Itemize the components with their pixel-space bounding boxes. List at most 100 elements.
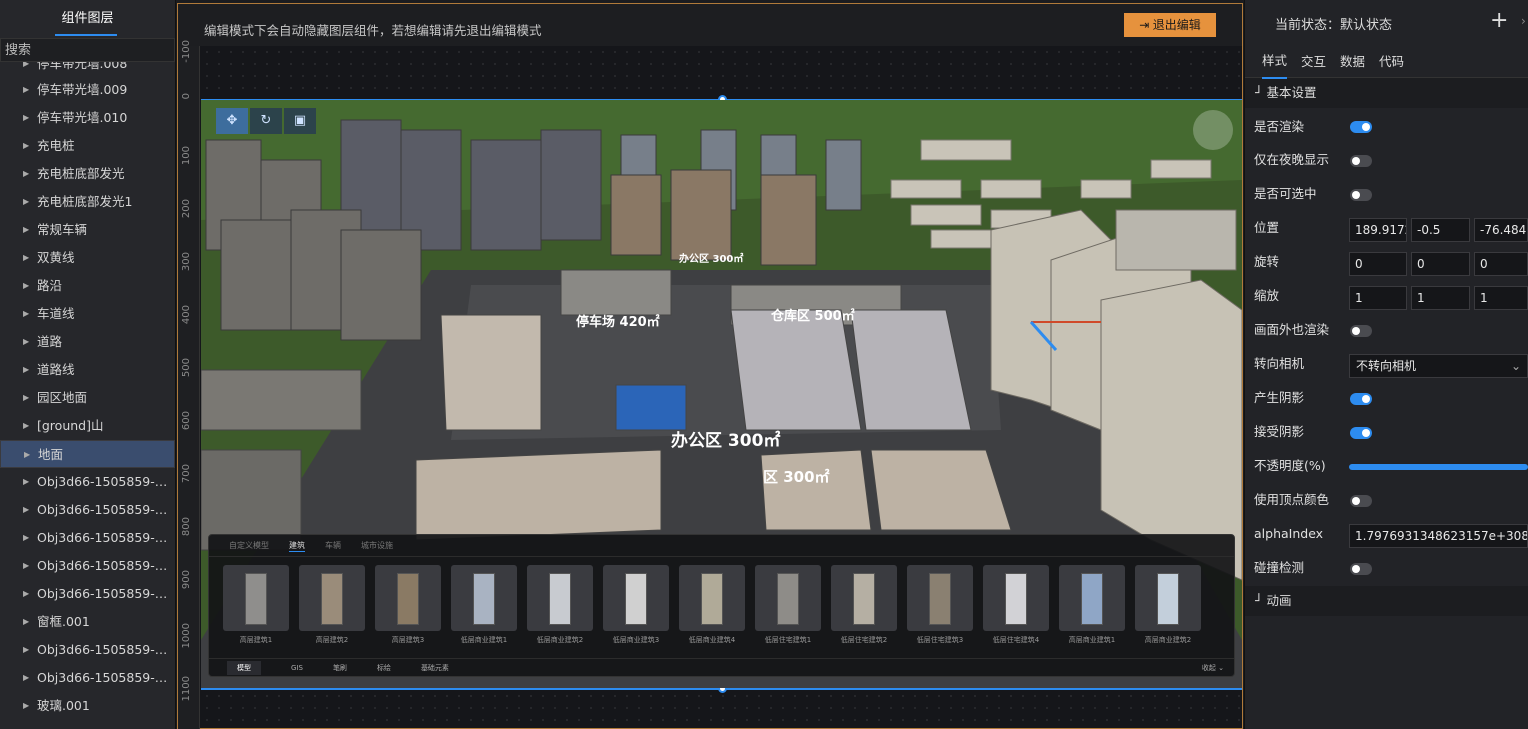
library-tab[interactable]: 自定义模型 — [229, 540, 269, 551]
layer-item[interactable]: ▶ 充电桩 — [0, 132, 175, 160]
caret-right-icon[interactable]: ▶ — [24, 441, 30, 467]
layer-item[interactable]: ▶ [ground]山 — [0, 412, 175, 440]
layer-item[interactable]: ▶ Obj3d66-1505859-345... — [0, 580, 175, 608]
vertex-color-toggle[interactable] — [1350, 495, 1372, 507]
layer-item[interactable]: ▶ 窗框.001 — [0, 608, 175, 636]
caret-right-icon[interactable]: ▶ — [23, 692, 29, 720]
search-input[interactable]: 搜索 — [0, 38, 175, 62]
library-item[interactable]: 低层住宅建筑4 — [983, 565, 1049, 645]
property-tab[interactable]: 样式 — [1262, 42, 1288, 79]
caret-right-icon[interactable]: ▶ — [23, 384, 29, 412]
library-item[interactable]: 低层住宅建筑3 — [907, 565, 973, 645]
caret-right-icon[interactable]: ▶ — [23, 244, 29, 272]
library-item[interactable]: 高层商业建筑1 — [1059, 565, 1125, 645]
scale-icon[interactable]: ▣ — [284, 108, 316, 134]
layer-item[interactable]: ▶ 路沿 — [0, 272, 175, 300]
section-basic[interactable]: ┘ 基本设置 — [1245, 78, 1528, 108]
caret-right-icon[interactable]: ▶ — [23, 608, 29, 636]
caret-right-icon[interactable]: ▶ — [23, 412, 29, 440]
caret-right-icon[interactable]: ▶ — [23, 132, 29, 160]
library-item[interactable]: 高层建筑3 — [375, 565, 441, 645]
layer-item[interactable]: ▶ Obj3d66-1505859-217... — [0, 468, 175, 496]
property-tab[interactable]: 代码 — [1379, 43, 1404, 78]
layer-item[interactable]: ▶ 停车带光墙.009 — [0, 76, 175, 104]
layer-item[interactable]: ▶ Obj3d66-1505859-332... — [0, 636, 175, 664]
library-item[interactable]: 高层建筑2 — [299, 565, 365, 645]
library-bottom-tab[interactable]: GIS — [291, 664, 303, 672]
library-bottom-tab[interactable]: 标绘 — [377, 663, 391, 673]
caret-right-icon[interactable]: ▶ — [23, 62, 29, 68]
caret-right-icon[interactable]: ▶ — [23, 664, 29, 692]
caret-right-icon[interactable]: ▶ — [23, 356, 29, 384]
rotation-y-input[interactable]: 0 — [1411, 252, 1470, 276]
night-only-toggle[interactable] — [1350, 155, 1372, 167]
rotate-icon[interactable]: ↻ — [250, 108, 282, 134]
collision-toggle[interactable] — [1350, 563, 1372, 575]
layer-item[interactable]: ▶ 道路线 — [0, 356, 175, 384]
library-bottom-tab[interactable]: 模型 — [227, 660, 261, 675]
layer-item[interactable]: ▶ Obj3d66-1505859-220... — [0, 552, 175, 580]
layer-item[interactable]: ▶ 道路 — [0, 328, 175, 356]
layer-item[interactable]: ▶ Obj3d66-1505859-133... — [0, 664, 175, 692]
layer-item[interactable]: ▶ 停车带光墙.010 — [0, 104, 175, 132]
caret-right-icon[interactable]: ▶ — [23, 496, 29, 524]
layer-item[interactable]: ▶ 双黄线 — [0, 244, 175, 272]
library-bottom-tab[interactable]: 基础元素 — [421, 663, 449, 673]
collapse-button[interactable]: 收起 ⌄ — [1202, 663, 1224, 673]
add-state-icon[interactable]: + — [1490, 8, 1508, 33]
property-tab[interactable]: 数据 — [1340, 43, 1365, 78]
position-z-input[interactable]: -76.4843 — [1474, 218, 1528, 242]
scale-y-input[interactable]: 1 — [1411, 286, 1470, 310]
caret-right-icon[interactable]: ▶ — [23, 328, 29, 356]
cast-shadow-toggle[interactable] — [1350, 393, 1372, 405]
layer-item[interactable]: ▶ Obj3d66-1505859-220... — [0, 524, 175, 552]
layer-item[interactable]: ▶ Obj3d66-1505859-219... — [0, 496, 175, 524]
library-item[interactable]: 低层住宅建筑2 — [831, 565, 897, 645]
library-item[interactable]: 低层商业建筑1 — [451, 565, 517, 645]
caret-right-icon[interactable]: ▶ — [23, 272, 29, 300]
move-icon[interactable]: ✥ — [216, 108, 248, 134]
library-tab[interactable]: 车辆 — [325, 540, 341, 551]
current-state[interactable]: 当前状态：默认状态 — [1275, 14, 1392, 33]
caret-right-icon[interactable]: ▶ — [23, 636, 29, 664]
position-x-input[interactable]: 189.9172 — [1349, 218, 1407, 242]
caret-right-icon[interactable]: ▶ — [23, 188, 29, 216]
alpha-index-input[interactable]: 1.7976931348623157e+308 — [1349, 524, 1528, 548]
exit-edit-button[interactable]: ⇥ 退出编辑 — [1124, 13, 1216, 37]
library-item[interactable]: 低层商业建筑4 — [679, 565, 745, 645]
caret-right-icon[interactable]: ▶ — [23, 104, 29, 132]
layer-item[interactable]: ▶ 车道线 — [0, 300, 175, 328]
opacity-slider[interactable] — [1349, 464, 1528, 470]
chevron-right-icon[interactable]: › — [1521, 14, 1526, 28]
layer-item[interactable]: ▶ 充电桩底部发光 — [0, 160, 175, 188]
caret-right-icon[interactable]: ▶ — [23, 76, 29, 104]
layer-panel-title[interactable]: 组件图层 — [0, 0, 175, 38]
caret-right-icon[interactable]: ▶ — [23, 552, 29, 580]
caret-right-icon[interactable]: ▶ — [23, 524, 29, 552]
receive-shadow-toggle[interactable] — [1350, 427, 1372, 439]
layer-item[interactable]: ▶ 停车带光墙.008 — [0, 62, 175, 76]
rotation-z-input[interactable]: 0 — [1474, 252, 1528, 276]
library-item[interactable]: 低层商业建筑3 — [603, 565, 669, 645]
selectable-toggle[interactable] — [1350, 189, 1372, 201]
offscreen-toggle[interactable] — [1350, 325, 1372, 337]
library-tab[interactable]: 城市设施 — [361, 540, 393, 551]
caret-right-icon[interactable]: ▶ — [23, 216, 29, 244]
section-animation[interactable]: ┘ 动画 — [1245, 586, 1528, 616]
rotation-x-input[interactable]: 0 — [1349, 252, 1407, 276]
caret-right-icon[interactable]: ▶ — [23, 300, 29, 328]
layer-item[interactable]: ▶ 地面 — [0, 440, 175, 468]
library-item[interactable]: 低层商业建筑2 — [527, 565, 593, 645]
property-tab[interactable]: 交互 — [1301, 43, 1326, 78]
face-camera-select[interactable]: 不转向相机 ⌄ — [1349, 354, 1528, 378]
scale-x-input[interactable]: 1 — [1349, 286, 1407, 310]
library-item[interactable]: 低层住宅建筑1 — [755, 565, 821, 645]
library-tab[interactable]: 建筑 — [289, 540, 305, 552]
caret-right-icon[interactable]: ▶ — [23, 468, 29, 496]
caret-right-icon[interactable]: ▶ — [23, 580, 29, 608]
render-toggle[interactable] — [1350, 121, 1372, 133]
layer-item[interactable]: ▶ 充电桩底部发光1 — [0, 188, 175, 216]
layer-item[interactable]: ▶ 常规车辆 — [0, 216, 175, 244]
position-y-input[interactable]: -0.5 — [1411, 218, 1470, 242]
scale-z-input[interactable]: 1 — [1474, 286, 1528, 310]
